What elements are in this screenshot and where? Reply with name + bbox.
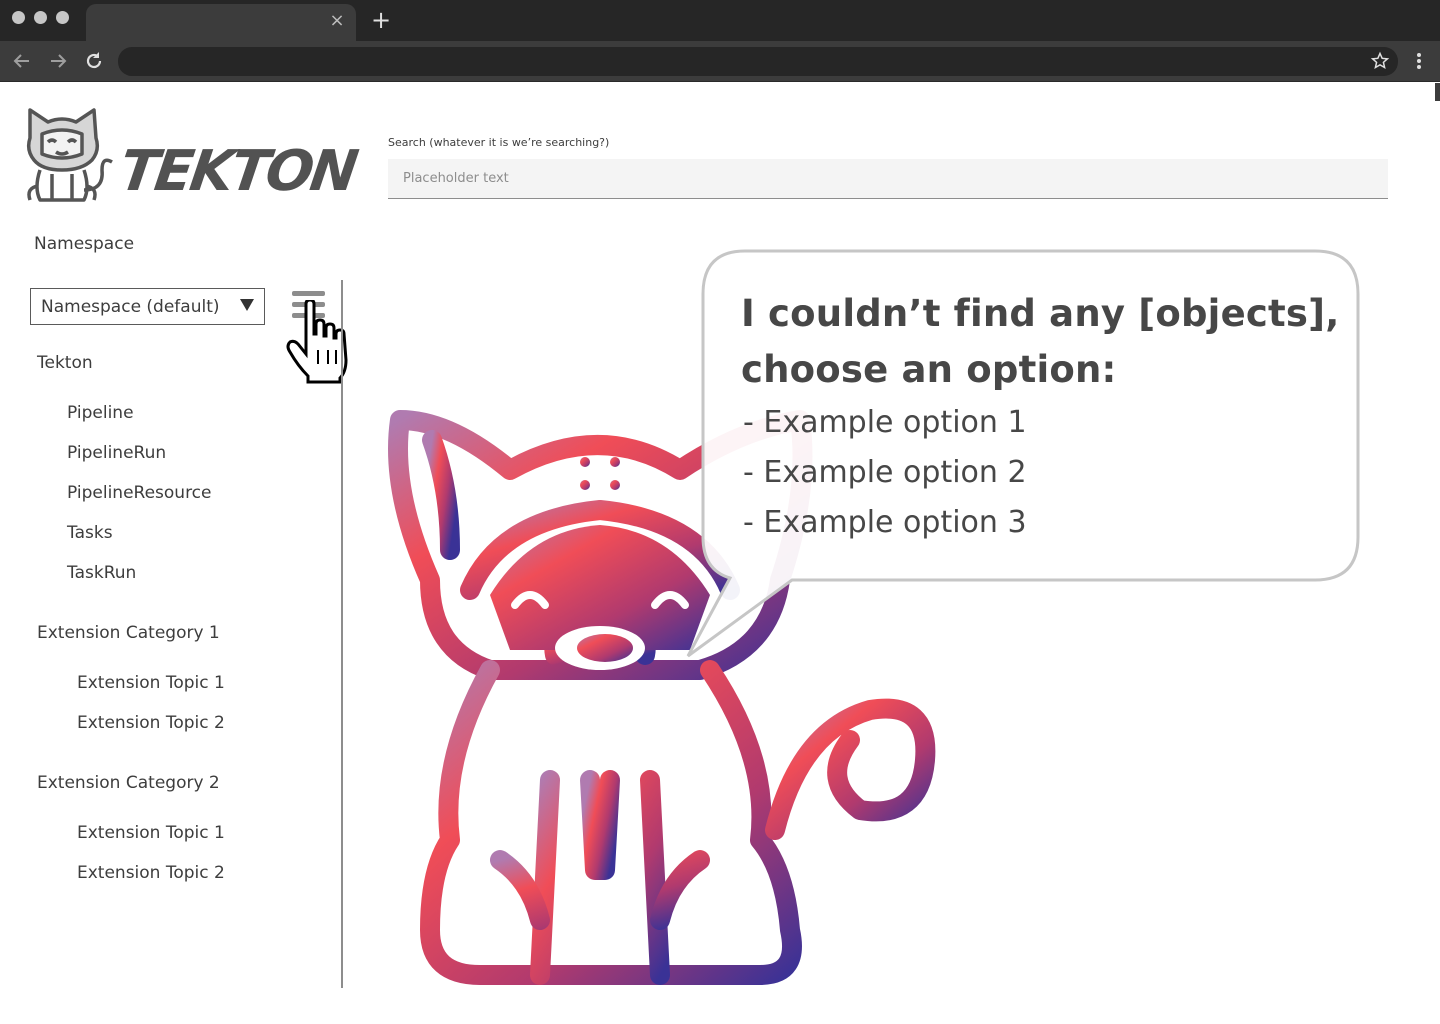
browser-tab-bar: × +: [0, 0, 1440, 41]
nav-category-tekton[interactable]: Tekton: [37, 353, 93, 373]
sidebar-divider: [341, 280, 343, 988]
reload-icon[interactable]: [82, 49, 106, 73]
close-icon[interactable]: ×: [328, 12, 346, 30]
empty-state-title-line1: I couldn’t find any [objects],: [741, 292, 1340, 335]
nav-item-pipelineresource[interactable]: PipelineResource: [67, 483, 212, 503]
logo-wordmark: TEKTON: [115, 139, 360, 204]
nav-item-tasks[interactable]: Tasks: [67, 523, 113, 543]
search-label: Search (whatever it is we’re searching?): [388, 136, 610, 149]
tekton-cat-icon: [26, 108, 113, 202]
plus-icon[interactable]: +: [370, 8, 392, 32]
window-close-dot[interactable]: [12, 11, 25, 24]
empty-state-option[interactable]: - Example option 3: [743, 498, 1341, 548]
window-minimize-dot[interactable]: [34, 11, 47, 24]
nav-item-extension-topic[interactable]: Extension Topic 2: [77, 863, 225, 883]
empty-state-option[interactable]: - Example option 1: [743, 398, 1341, 448]
nav-category-extension-1[interactable]: Extension Category 1: [37, 623, 220, 643]
namespace-label: Namespace: [34, 234, 135, 254]
scrollbar[interactable]: [1435, 83, 1440, 101]
nav-item-extension-topic[interactable]: Extension Topic 2: [77, 713, 225, 733]
nav-item-extension-topic[interactable]: Extension Topic 1: [77, 673, 225, 693]
more-vertical-icon[interactable]: [1409, 49, 1429, 73]
nav-item-extension-topic[interactable]: Extension Topic 1: [77, 823, 225, 843]
empty-state-title-line2: choose an option:: [741, 348, 1117, 391]
nav-item-pipeline[interactable]: Pipeline: [67, 403, 134, 423]
empty-state-message: I couldn’t find any [objects], choose an…: [741, 286, 1341, 548]
window-maximize-dot[interactable]: [56, 11, 69, 24]
namespace-dropdown-value: Namespace (default): [41, 297, 220, 317]
nav-item-pipelinerun[interactable]: PipelineRun: [67, 443, 166, 463]
browser-toolbar: [0, 41, 1440, 82]
caret-down-icon: [240, 299, 254, 311]
empty-state-option[interactable]: - Example option 2: [743, 448, 1341, 498]
nav-item-taskrun[interactable]: TaskRun: [67, 563, 136, 583]
address-bar[interactable]: [118, 47, 1398, 76]
back-arrow-icon[interactable]: [10, 49, 34, 73]
nav-category-extension-2[interactable]: Extension Category 2: [37, 773, 220, 793]
star-icon[interactable]: [1370, 51, 1390, 71]
browser-tab[interactable]: ×: [86, 4, 356, 41]
namespace-dropdown[interactable]: Namespace (default): [30, 288, 265, 325]
search-input[interactable]: [388, 159, 1388, 199]
tekton-logo[interactable]: TEKTON: [24, 104, 359, 208]
forward-arrow-icon[interactable]: [46, 49, 70, 73]
